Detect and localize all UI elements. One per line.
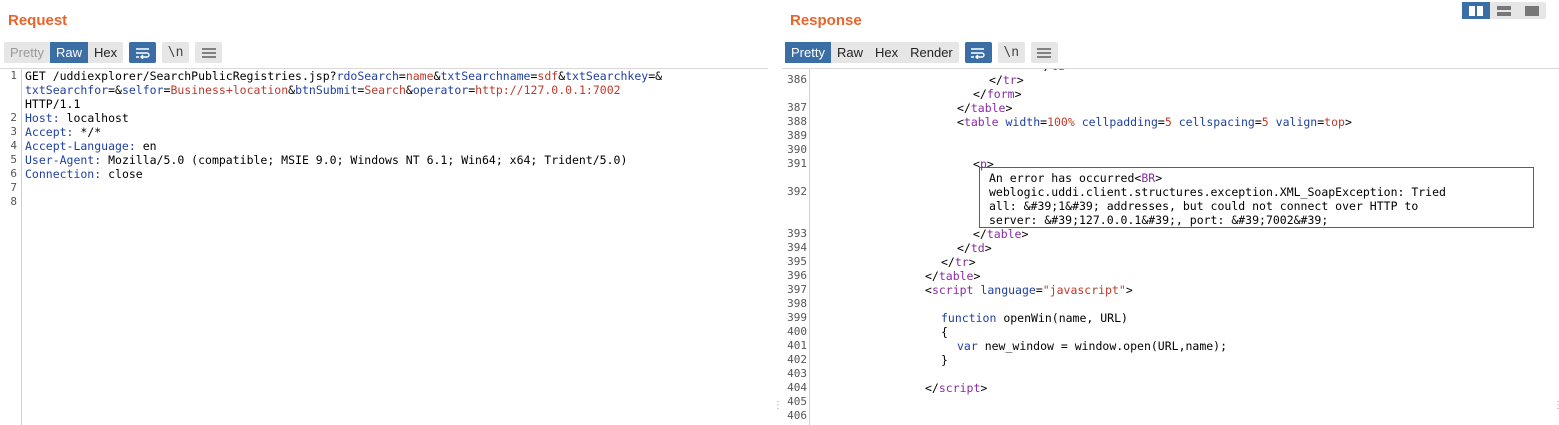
- code-line: Connection: close: [25, 167, 143, 181]
- single-pane-icon[interactable]: [1518, 2, 1546, 19]
- line-number: 404: [787, 381, 807, 394]
- line-number: 402: [787, 353, 807, 366]
- line-number: 8: [10, 195, 17, 208]
- menu-icon[interactable]: [1030, 42, 1058, 63]
- line-number: 405: [787, 395, 807, 408]
- code-line: Accept: */*: [25, 125, 102, 139]
- code-line: </table>: [925, 269, 981, 283]
- response-pane: Response Pretty Raw Hex Render \n 386 38…: [782, 0, 1559, 425]
- request-pane: Request Pretty Raw Hex \n 1 2 3 4 5 6 7 …: [0, 0, 768, 425]
- request-gutter: 1 2 3 4 5 6 7 8: [0, 69, 22, 425]
- line-number: 399: [787, 311, 807, 324]
- code-line: Host: localhost: [25, 111, 129, 125]
- code-line: function openWin(name, URL): [941, 311, 1128, 325]
- tab-raw[interactable]: Raw: [831, 42, 869, 63]
- code-line: var new_window = window.open(URL,name);: [957, 339, 1228, 353]
- code-line: <table width=100% cellpadding=5 cellspac…: [957, 115, 1352, 129]
- code-line: </script>: [925, 381, 988, 395]
- line-number: 390: [787, 143, 807, 156]
- line-number: 386: [787, 73, 807, 86]
- response-view-tabs: Pretty Raw Hex Render: [785, 42, 959, 63]
- response-gutter: 386 387 388 389 390 391 392 393 394 395 …: [782, 69, 810, 425]
- error-highlight-box: [979, 167, 1534, 228]
- code-line: <script language="javascript">: [925, 283, 1133, 297]
- code-line: User-Agent: Mozilla/5.0 (compatible; MSI…: [25, 153, 628, 167]
- code-line: </form>: [973, 87, 1022, 101]
- code-line: Accept-Language: en: [25, 139, 157, 153]
- line-number: 388: [787, 115, 807, 128]
- response-toolbar: Pretty Raw Hex Render \n: [785, 42, 1058, 63]
- request-editor[interactable]: 1 2 3 4 5 6 7 8 GET /uddiexplorer/Search…: [0, 68, 768, 425]
- layout-switch: [1462, 2, 1546, 19]
- line-number: 3: [10, 125, 17, 138]
- response-title: Response: [790, 12, 862, 29]
- line-number: 5: [10, 153, 17, 166]
- line-number: 2: [10, 111, 17, 124]
- request-code[interactable]: GET /uddiexplorer/SearchPublicRegistries…: [23, 69, 768, 425]
- code-line: {: [941, 325, 948, 339]
- line-number: 406: [787, 409, 807, 422]
- line-number: 395: [787, 255, 807, 268]
- line-number: 391: [787, 157, 807, 170]
- tab-render[interactable]: Render: [904, 42, 959, 63]
- line-number: 398: [787, 297, 807, 310]
- code-line: </table>: [957, 101, 1013, 115]
- code-line: txtSearchfor=&selfor=Business+location&b…: [25, 83, 621, 97]
- line-number: 7: [10, 181, 17, 194]
- line-number: 4: [10, 139, 17, 152]
- request-title: Request: [8, 12, 68, 29]
- code-line: </table>: [973, 227, 1029, 241]
- line-number: 401: [787, 339, 807, 352]
- tab-pretty[interactable]: Pretty: [4, 42, 50, 63]
- response-code[interactable]: </td> </tr> </form> </table> <table widt…: [811, 69, 1559, 425]
- code-line: </td>: [957, 241, 992, 255]
- line-number: 6: [10, 167, 17, 180]
- code-line: </tr>: [941, 255, 976, 269]
- newline-icon[interactable]: \n: [997, 42, 1025, 63]
- line-number: 403: [787, 367, 807, 380]
- tab-hex[interactable]: Hex: [88, 42, 123, 63]
- pane-resize-handle[interactable]: ⋮: [1553, 400, 1559, 411]
- line-number: 396: [787, 269, 807, 282]
- line-number: 397: [787, 283, 807, 296]
- line-number: 400: [787, 325, 807, 338]
- line-number: 392: [787, 185, 807, 198]
- wrap-icon[interactable]: [129, 42, 157, 63]
- line-number: 394: [787, 241, 807, 254]
- request-toolbar: Pretty Raw Hex \n: [4, 42, 223, 63]
- response-editor[interactable]: 386 387 388 389 390 391 392 393 394 395 …: [782, 68, 1559, 425]
- menu-icon[interactable]: [195, 42, 223, 63]
- wrap-icon[interactable]: [964, 42, 992, 63]
- code-line: GET /uddiexplorer/SearchPublicRegistries…: [25, 69, 663, 83]
- code-line: HTTP/1.1: [25, 97, 81, 111]
- tab-hex[interactable]: Hex: [869, 42, 904, 63]
- split-horizontal-icon[interactable]: [1462, 2, 1490, 19]
- request-view-tabs: Pretty Raw Hex: [4, 42, 124, 63]
- tab-raw[interactable]: Raw: [49, 42, 88, 63]
- line-number: 389: [787, 129, 807, 142]
- split-vertical-icon[interactable]: [1490, 2, 1518, 19]
- line-number: 387: [787, 101, 807, 114]
- newline-icon[interactable]: \n: [162, 42, 190, 63]
- line-number: 393: [787, 227, 807, 240]
- line-number: 1: [10, 69, 17, 82]
- tab-pretty[interactable]: Pretty: [785, 42, 831, 63]
- code-line: }: [941, 353, 948, 367]
- code-line: </td>: [1037, 69, 1072, 73]
- code-line: </tr>: [989, 73, 1024, 87]
